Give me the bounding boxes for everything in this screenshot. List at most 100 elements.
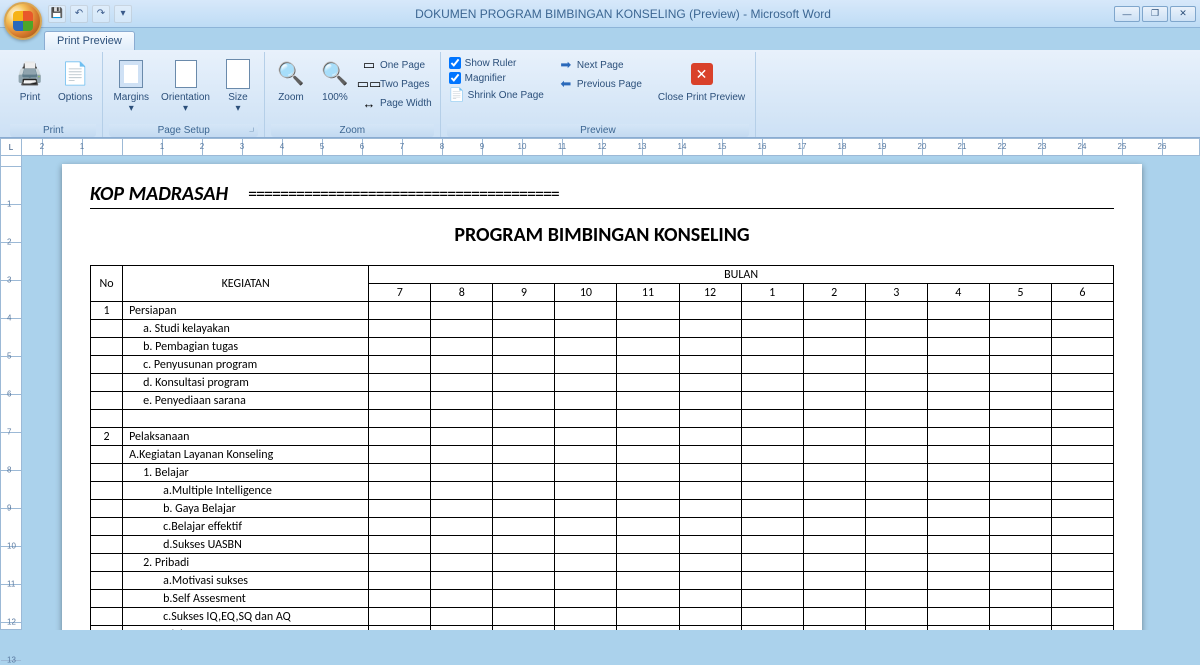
cell-month xyxy=(617,446,679,464)
restore-button[interactable]: ❐ xyxy=(1142,6,1168,22)
cell-month xyxy=(989,428,1051,446)
cell-kegiatan: a.Motivasi sukses xyxy=(123,572,369,590)
cell-month xyxy=(679,536,741,554)
page: KOP MADRASAH============================… xyxy=(62,164,1142,630)
table-row: c.Belajar effektif xyxy=(91,518,1114,536)
cell-month xyxy=(741,374,803,392)
doc-name: DOKUMEN PROGRAM BIMBINGAN KONSELING (Pre… xyxy=(415,7,740,21)
cell-month xyxy=(493,338,555,356)
cell-month xyxy=(555,626,617,631)
magnifier-checkbox[interactable]: Magnifier xyxy=(447,71,546,85)
next-page-button[interactable]: ➡Next Page xyxy=(556,56,644,74)
cell-month xyxy=(555,320,617,338)
cell-month xyxy=(927,464,989,482)
cell-month xyxy=(679,464,741,482)
tab-print-preview[interactable]: Print Preview xyxy=(44,31,135,50)
cell-month xyxy=(865,320,927,338)
cell-month xyxy=(803,302,865,320)
print-button[interactable]: 🖨️ Print xyxy=(10,56,50,105)
cell-month xyxy=(617,500,679,518)
qat-save-icon[interactable]: 💾 xyxy=(48,5,66,23)
th-no: No xyxy=(91,266,123,302)
cell-month xyxy=(927,302,989,320)
cell-month xyxy=(803,518,865,536)
qat-customize-icon[interactable]: ▾ xyxy=(114,5,132,23)
cell-month xyxy=(803,356,865,374)
cell-month xyxy=(679,608,741,626)
cell-month xyxy=(555,338,617,356)
th-month: 5 xyxy=(989,284,1051,302)
cell-month xyxy=(493,518,555,536)
horizontal-ruler[interactable]: 2112345678910111213141516171819202122232… xyxy=(22,138,1200,156)
qat-redo-icon[interactable]: ↷ xyxy=(92,5,110,23)
previous-page-button[interactable]: ⬅Previous Page xyxy=(556,75,644,93)
shrink-one-page-button[interactable]: 📄Shrink One Page xyxy=(447,86,546,104)
cell-kegiatan: c. Penyusunan program xyxy=(123,356,369,374)
size-button[interactable]: Size▾ xyxy=(218,56,258,116)
cell-month xyxy=(741,554,803,572)
cell-month xyxy=(865,572,927,590)
cell-month xyxy=(989,374,1051,392)
cell-month xyxy=(555,302,617,320)
cell-month xyxy=(1051,572,1113,590)
options-button[interactable]: 📄 Options xyxy=(54,56,96,105)
cell-month xyxy=(741,320,803,338)
cell-month xyxy=(989,608,1051,626)
close-button[interactable]: ✕ xyxy=(1170,6,1196,22)
cell-month xyxy=(617,590,679,608)
cell-month xyxy=(369,500,431,518)
cell-month xyxy=(1051,518,1113,536)
cell-month xyxy=(493,374,555,392)
cell-month xyxy=(493,446,555,464)
cell-month xyxy=(741,626,803,631)
cell-month xyxy=(555,428,617,446)
next-page-icon: ➡ xyxy=(558,57,574,73)
cell-month xyxy=(679,626,741,631)
cell-month xyxy=(617,302,679,320)
cell-month xyxy=(369,428,431,446)
cell-month xyxy=(865,608,927,626)
vertical-ruler[interactable]: 12345678910111213 xyxy=(0,156,22,630)
th-month: 1 xyxy=(741,284,803,302)
qat-undo-icon[interactable]: ↶ xyxy=(70,5,88,23)
group-label-page-setup[interactable]: Page Setup xyxy=(109,124,258,137)
cell-month xyxy=(679,428,741,446)
cell-month xyxy=(865,356,927,374)
cell-month xyxy=(803,572,865,590)
cell-month xyxy=(369,518,431,536)
two-pages-button[interactable]: ▭▭Two Pages xyxy=(359,75,434,93)
printer-icon: 🖨️ xyxy=(14,58,46,90)
table-row xyxy=(91,410,1114,428)
document-area[interactable]: KOP MADRASAH============================… xyxy=(22,156,1200,630)
one-page-button[interactable]: ▭One Page xyxy=(359,56,434,74)
cell-month xyxy=(927,374,989,392)
cell-month xyxy=(989,500,1051,518)
cell-month xyxy=(865,500,927,518)
quick-access-toolbar: 💾 ↶ ↷ ▾ xyxy=(48,5,132,23)
margins-button[interactable]: Margins▾ xyxy=(109,56,153,116)
office-button[interactable] xyxy=(4,2,42,40)
cell-month xyxy=(1051,374,1113,392)
cell-month xyxy=(679,302,741,320)
cell-kegiatan: e. Penyediaan sarana xyxy=(123,392,369,410)
cell-month xyxy=(927,482,989,500)
cell-month xyxy=(1051,464,1113,482)
ruler-corner: L xyxy=(0,138,22,156)
orientation-button[interactable]: Orientation▾ xyxy=(157,56,214,116)
page-width-button[interactable]: ↔Page Width xyxy=(359,94,434,112)
zoom-100-button[interactable]: 🔍 100% xyxy=(315,56,355,105)
table-row: b.Self Assesment xyxy=(91,590,1114,608)
cell-month xyxy=(741,500,803,518)
cell-month xyxy=(1051,338,1113,356)
cell-month xyxy=(431,302,493,320)
cell-month xyxy=(803,446,865,464)
minimize-button[interactable]: — xyxy=(1114,6,1140,22)
cell-month xyxy=(989,572,1051,590)
close-preview-button[interactable]: ✕ Close Print Preview xyxy=(654,56,749,105)
cell-kegiatan: 1. Belajar xyxy=(123,464,369,482)
show-ruler-checkbox[interactable]: Show Ruler xyxy=(447,56,546,70)
cell-month xyxy=(431,392,493,410)
zoom-button[interactable]: 🔍 Zoom xyxy=(271,56,311,105)
cell-month xyxy=(741,518,803,536)
cell-month xyxy=(369,410,431,428)
